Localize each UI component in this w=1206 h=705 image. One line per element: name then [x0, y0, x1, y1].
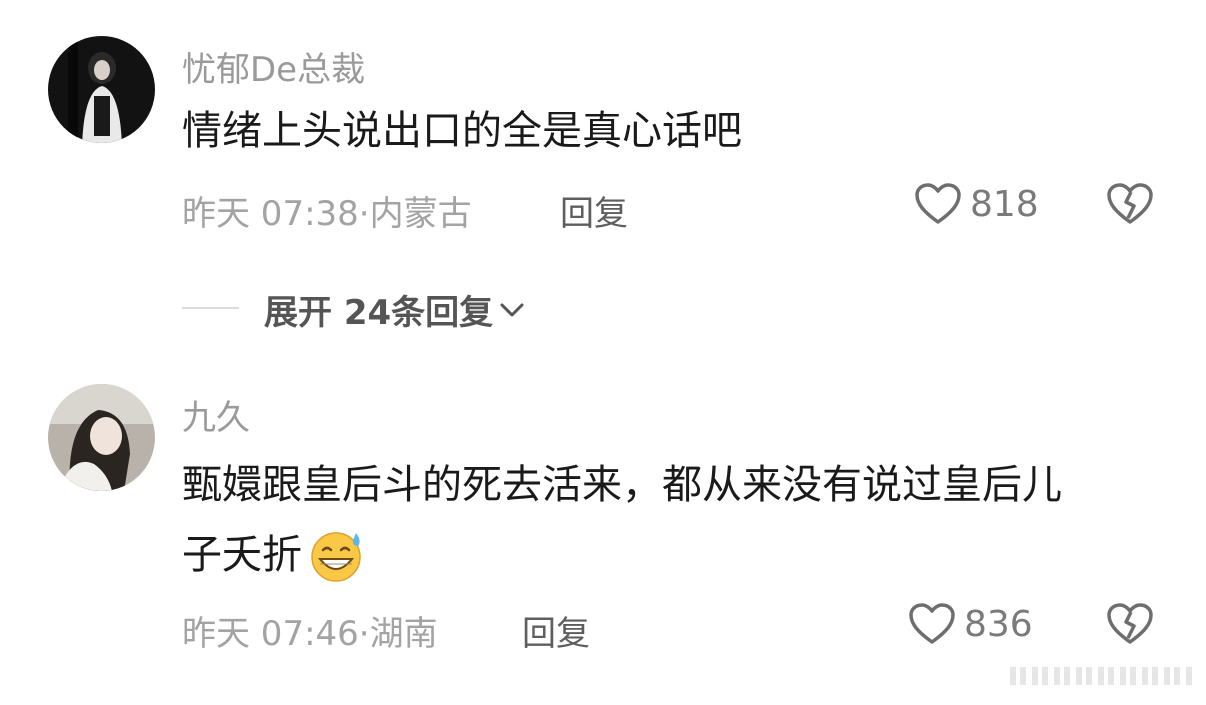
- grinning-sweat-emoji: [311, 532, 361, 582]
- like-button[interactable]: 836: [908, 602, 1033, 646]
- username[interactable]: 忧郁De总裁: [182, 42, 365, 91]
- like-button[interactable]: 818: [914, 182, 1039, 226]
- comment-text: 甄嬛跟皇后斗的死去活来，都从来没有说过皇后儿 子夭折: [182, 450, 1062, 590]
- heart-icon: [915, 183, 961, 224]
- reply-button[interactable]: 回复: [560, 186, 628, 235]
- dislike-button[interactable]: [1106, 602, 1154, 650]
- comment-line: 情绪上头说出口的全是真心话吧: [182, 108, 742, 154]
- broken-heart-icon: [1107, 603, 1153, 644]
- broken-heart-icon: [1107, 183, 1153, 224]
- like-count: 818: [970, 183, 1039, 225]
- timestamp: 昨天 07:46: [182, 614, 359, 654]
- dislike-button[interactable]: [1106, 182, 1154, 230]
- like-count: 836: [964, 603, 1033, 645]
- location: 湖南: [369, 614, 438, 654]
- reply-button[interactable]: 回复: [522, 606, 590, 655]
- chevron-down-icon: [500, 303, 524, 316]
- heart-icon: [909, 603, 955, 644]
- location: 内蒙古: [369, 194, 472, 234]
- comment-meta: 昨天 07:46·湖南: [182, 606, 438, 655]
- separator: ·: [358, 614, 370, 654]
- comment-line: 甄嬛跟皇后斗的死去活来，都从来没有说过皇后儿: [182, 462, 1062, 508]
- expand-divider: [182, 307, 239, 309]
- avatar[interactable]: [48, 384, 155, 491]
- timestamp: 昨天 07:38: [182, 194, 359, 234]
- comment-meta: 昨天 07:38·内蒙古: [182, 186, 472, 235]
- comment-text: 情绪上头说出口的全是真心话吧: [182, 96, 742, 166]
- comment-line: 子夭折: [182, 532, 302, 578]
- watermark: [1010, 661, 1200, 691]
- avatar[interactable]: [48, 36, 155, 143]
- expand-replies-label: 展开 24条回复: [264, 293, 494, 333]
- separator: ·: [358, 194, 370, 234]
- username[interactable]: 九久: [182, 390, 250, 439]
- expand-replies-button[interactable]: 展开 24条回复: [264, 285, 525, 334]
